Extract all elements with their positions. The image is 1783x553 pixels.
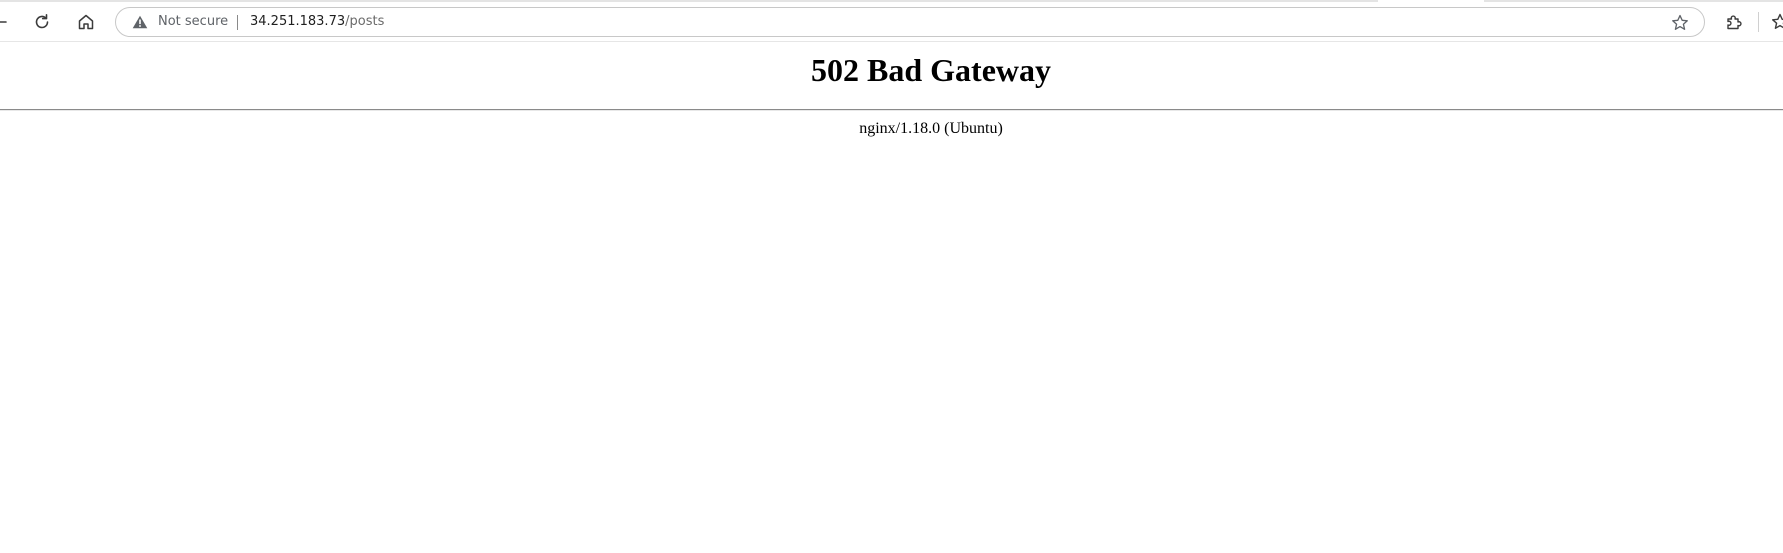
extensions-button[interactable] xyxy=(1720,8,1748,36)
page-content: 502 Bad Gateway nginx/1.18.0 (Ubuntu) xyxy=(0,42,1783,553)
back-arrow-icon xyxy=(0,12,10,32)
omnibox-divider xyxy=(237,15,238,30)
star-outline-icon[interactable] xyxy=(1670,13,1690,33)
horizontal-rule xyxy=(0,109,1783,111)
tab-strip-segment xyxy=(0,0,1378,2)
page-title: 502 Bad Gateway xyxy=(811,52,1051,88)
reload-icon xyxy=(32,12,52,32)
tab-strip xyxy=(0,0,1783,4)
back-button[interactable] xyxy=(0,8,14,36)
reload-button[interactable] xyxy=(28,8,56,36)
url-host: 34.251.183.73 xyxy=(250,14,346,29)
warning-triangle-icon[interactable] xyxy=(132,15,148,29)
security-status-label[interactable]: Not secure xyxy=(158,13,228,31)
server-signature: nginx/1.18.0 (Ubuntu) xyxy=(859,120,1003,137)
favorites-button[interactable] xyxy=(1766,8,1783,36)
home-button[interactable] xyxy=(72,8,100,36)
browser-toolbar: Not secure 34.251.183.73/posts xyxy=(0,0,1783,42)
favorites-star-icon xyxy=(1770,12,1783,32)
home-icon xyxy=(76,12,96,32)
url-path: /posts xyxy=(345,14,385,29)
tab-strip-segment xyxy=(1484,0,1783,2)
toolbar-separator xyxy=(1758,12,1759,32)
url-text[interactable]: 34.251.183.73/posts xyxy=(250,13,384,31)
puzzle-extension-icon xyxy=(1724,12,1744,32)
address-bar[interactable]: Not secure 34.251.183.73/posts xyxy=(115,7,1705,37)
